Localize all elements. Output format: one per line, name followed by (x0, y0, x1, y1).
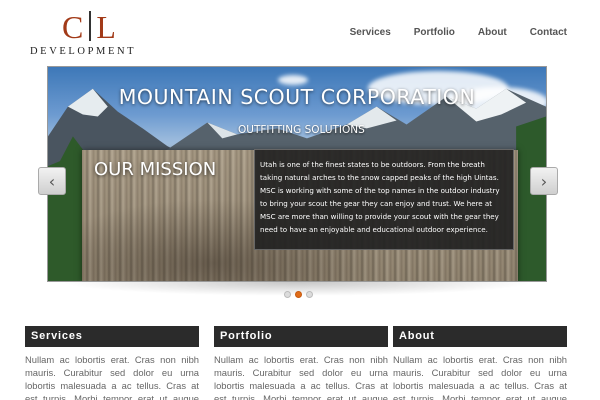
slider-dot-2[interactable] (295, 291, 302, 298)
services-heading: Services (25, 326, 199, 347)
mission-text: Utah is one of the finest states to be o… (260, 160, 500, 235)
logo-subtitle: DEVELOPMENT (30, 46, 137, 57)
slide-subtitle: OUTFITTING SOLUTIONS (238, 124, 365, 136)
chevron-right-icon: › (540, 171, 548, 191)
nav-contact[interactable]: Contact (530, 27, 567, 38)
nav-about[interactable]: About (478, 27, 507, 38)
slider-prev-button[interactable]: ‹ (38, 167, 66, 195)
logo-letter-l: L (96, 9, 117, 45)
portfolio-text: Nullam ac lobortis erat. Cras non nibh m… (214, 354, 388, 400)
logo-letter-c: C (62, 9, 85, 45)
chevron-left-icon: ‹ (48, 171, 56, 191)
mission-title: OUR MISSION (94, 159, 217, 180)
slider-dot-3[interactable] (306, 291, 313, 298)
mission-box: Utah is one of the finest states to be o… (254, 149, 514, 250)
about-column: About Nullam ac lobortis erat. Cras non … (393, 326, 567, 400)
slider-pagination (284, 291, 313, 298)
portfolio-heading: Portfolio (214, 326, 388, 347)
about-heading: About (393, 326, 567, 347)
portfolio-column: Portfolio Nullam ac lobortis erat. Cras … (214, 326, 388, 400)
slider-next-button[interactable]: › (530, 167, 558, 195)
slide-title: MOUNTAIN SCOUT CORPORATION (118, 85, 476, 109)
logo-mark: CL (62, 10, 117, 44)
nav-services[interactable]: Services (350, 27, 391, 38)
site-logo[interactable]: CL DEVELOPMENT (30, 10, 140, 57)
main-nav: Services Portfolio About Contact (327, 27, 567, 38)
services-column: Services Nullam ac lobortis erat. Cras n… (25, 326, 199, 400)
logo-separator (89, 11, 92, 41)
nav-portfolio[interactable]: Portfolio (414, 27, 455, 38)
hero-slider: MOUNTAIN SCOUT CORPORATION OUTFITTING SO… (47, 66, 547, 282)
services-text: Nullam ac lobortis erat. Cras non nibh m… (25, 354, 199, 400)
about-text: Nullam ac lobortis erat. Cras non nibh m… (393, 354, 567, 400)
slider-dot-1[interactable] (284, 291, 291, 298)
